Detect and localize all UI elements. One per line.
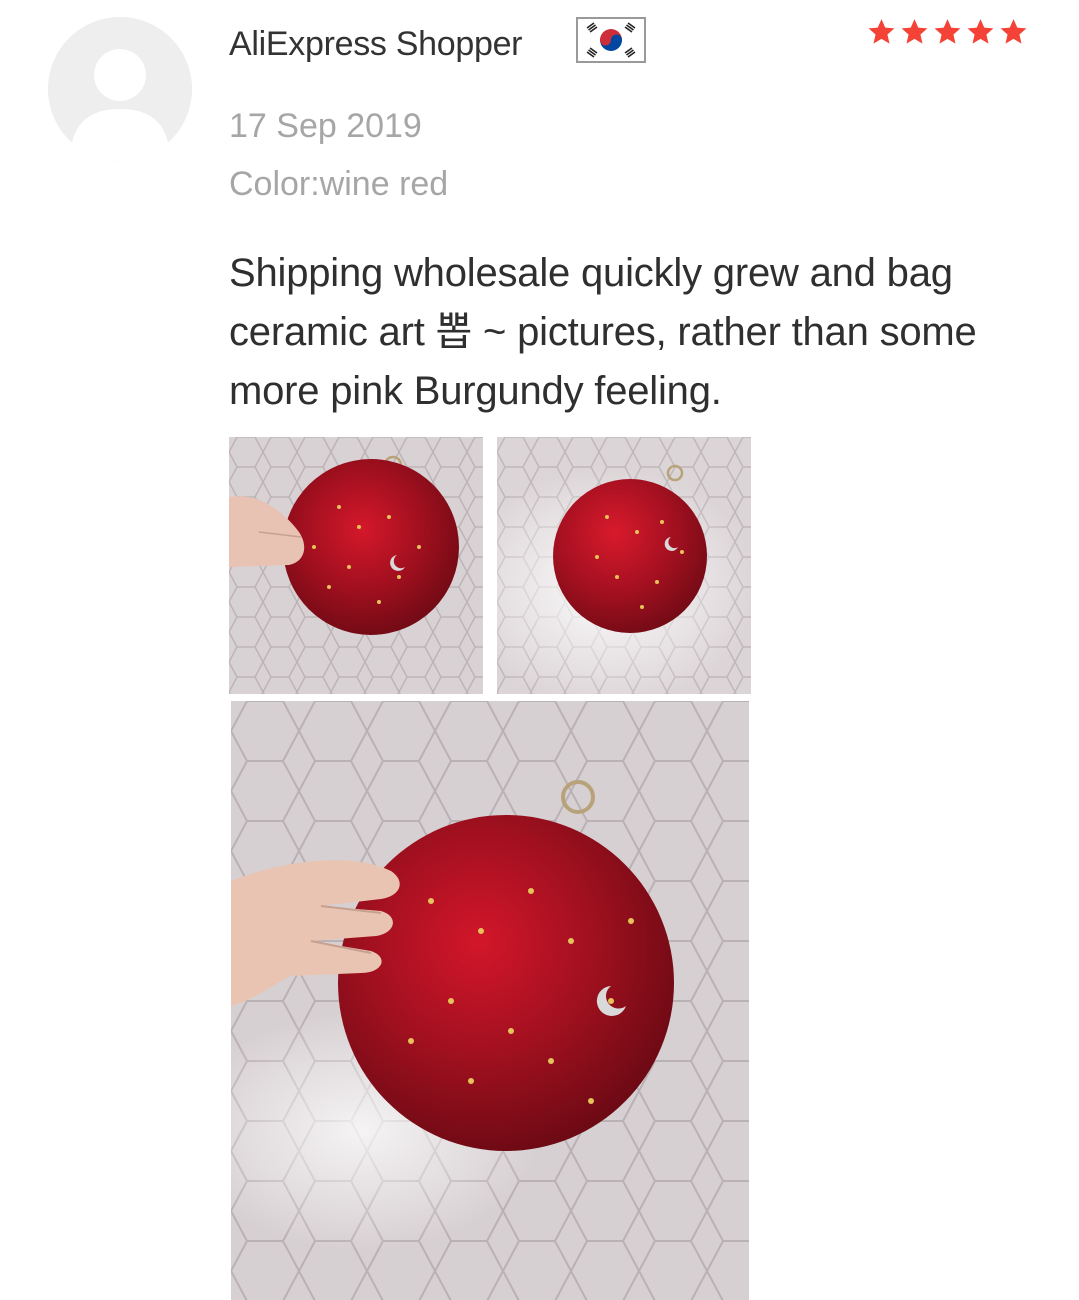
star-icon <box>998 12 1029 52</box>
star-icon <box>899 12 930 52</box>
rating-stars <box>866 12 1030 52</box>
star-icon <box>965 12 996 52</box>
review-photo-1[interactable] <box>229 437 483 694</box>
sku-attribute: Color:wine red <box>229 165 449 203</box>
review-text: Shipping wholesale quickly grew and bag … <box>229 251 977 413</box>
star-icon <box>932 12 963 52</box>
reviewer-name: AliExpress Shopper <box>229 25 523 63</box>
user-placeholder-icon <box>48 17 192 161</box>
reviewer-avatar <box>48 17 192 161</box>
review-date: 17 Sep 2019 <box>229 107 422 145</box>
star-icon <box>866 12 897 52</box>
review-photo-2[interactable] <box>497 437 751 694</box>
south-korea-flag-icon <box>576 17 646 63</box>
review-photo-3[interactable] <box>231 701 749 1300</box>
